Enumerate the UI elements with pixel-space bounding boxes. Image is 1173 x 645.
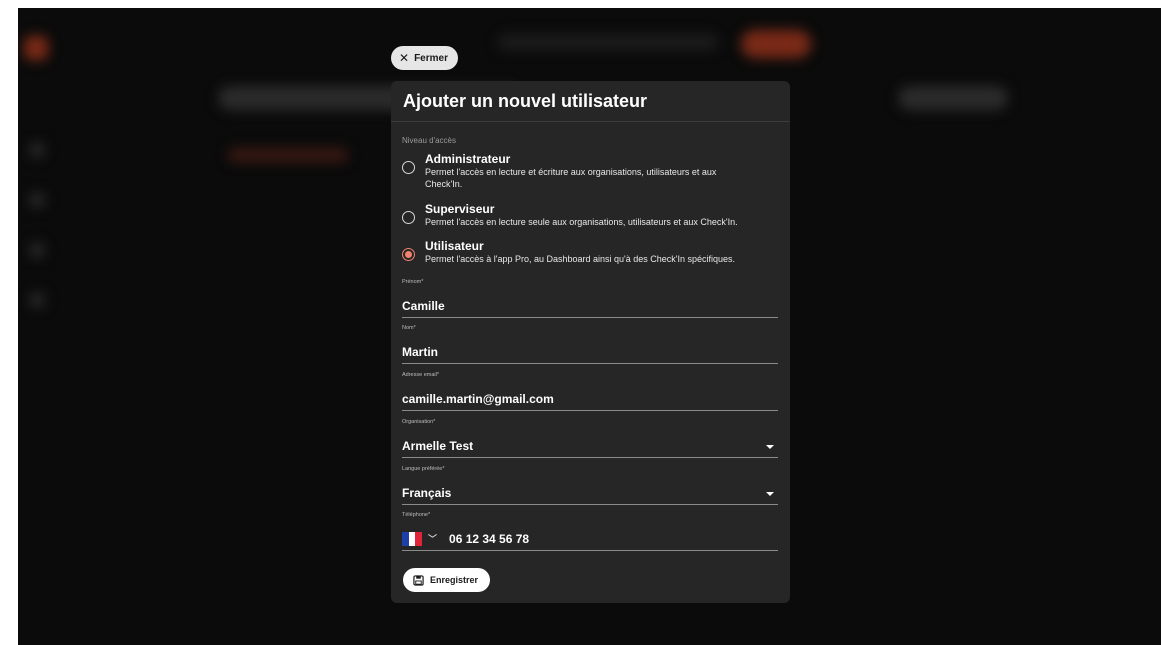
top-bar	[498, 34, 718, 50]
background-accent-button	[741, 30, 811, 58]
caret-down-icon	[766, 445, 774, 449]
app-logo	[24, 36, 48, 60]
nav-icon	[30, 193, 44, 207]
organisation-value: Armelle Test	[402, 439, 474, 453]
first-name-input[interactable]: Camille	[402, 295, 778, 318]
add-user-modal: Ajouter un nouvel utilisateur Niveau d'a…	[391, 81, 790, 603]
close-button[interactable]: ✕ Fermer	[391, 46, 458, 70]
save-label: Enregistrer	[430, 575, 479, 585]
language-field[interactable]: Langue préférée* Français	[402, 466, 778, 505]
modal-title: Ajouter un nouvel utilisateur	[391, 81, 790, 122]
save-button[interactable]: Enregistrer	[403, 568, 491, 592]
phone-input[interactable]: ﹀ 06 12 34 56 78	[402, 528, 778, 551]
last-name-label: Nom*	[402, 325, 416, 331]
role-option-superviseur[interactable]: Superviseur Permet l'accès en lecture se…	[402, 202, 778, 228]
email-field[interactable]: Adresse email* camille.martin@gmail.com	[402, 372, 778, 411]
role-description: Check'In.	[425, 179, 463, 189]
background-button	[898, 86, 1008, 110]
role-title: Utilisateur	[425, 239, 484, 253]
role-description: Permet l'accès en lecture et écriture au…	[425, 167, 717, 177]
organisation-select[interactable]: Armelle Test	[402, 435, 778, 458]
first-name-label: Prénom*	[402, 279, 424, 285]
role-option-administrateur[interactable]: Administrateur Permet l'accès en lecture…	[402, 152, 778, 190]
role-title: Superviseur	[425, 202, 495, 216]
language-label: Langue préférée*	[402, 466, 445, 472]
access-level-label: Niveau d'accès	[402, 136, 456, 145]
first-name-field[interactable]: Prénom* Camille	[402, 279, 778, 318]
role-description: Permet l'accès en lecture seule aux orga…	[425, 217, 738, 227]
last-name-input[interactable]: Martin	[402, 341, 778, 364]
close-icon: ✕	[399, 51, 410, 65]
close-label: Fermer	[414, 52, 448, 64]
nav-icon	[30, 243, 44, 257]
phone-value: 06 12 34 56 78	[449, 531, 530, 546]
role-description: Permet l'accès à l'app Pro, au Dashboard…	[425, 254, 736, 264]
organisation-field[interactable]: Organisation* Armelle Test	[402, 419, 778, 458]
phone-label: Téléphone*	[402, 512, 431, 518]
save-icon	[413, 574, 424, 586]
background-chip	[228, 148, 348, 162]
phone-field[interactable]: Téléphone* ﹀ 06 12 34 56 78	[402, 512, 778, 551]
email-label: Adresse email*	[402, 372, 439, 378]
france-flag-icon[interactable]	[402, 532, 423, 546]
language-value: Français	[402, 486, 452, 500]
chevron-down-icon[interactable]: ﹀	[428, 528, 437, 551]
email-input[interactable]: camille.martin@gmail.com	[402, 388, 778, 411]
caret-down-icon	[766, 492, 774, 496]
organisation-label: Organisation*	[402, 419, 436, 425]
radio-button[interactable]	[402, 211, 415, 224]
nav-icon	[30, 143, 44, 157]
language-select[interactable]: Français	[402, 482, 778, 505]
radio-button[interactable]	[402, 161, 415, 174]
nav-icon	[30, 293, 44, 307]
role-title: Administrateur	[425, 152, 511, 166]
last-name-field[interactable]: Nom* Martin	[402, 325, 778, 364]
role-option-utilisateur[interactable]: Utilisateur Permet l'accès à l'app Pro, …	[402, 239, 778, 265]
radio-button-selected[interactable]	[402, 248, 415, 261]
